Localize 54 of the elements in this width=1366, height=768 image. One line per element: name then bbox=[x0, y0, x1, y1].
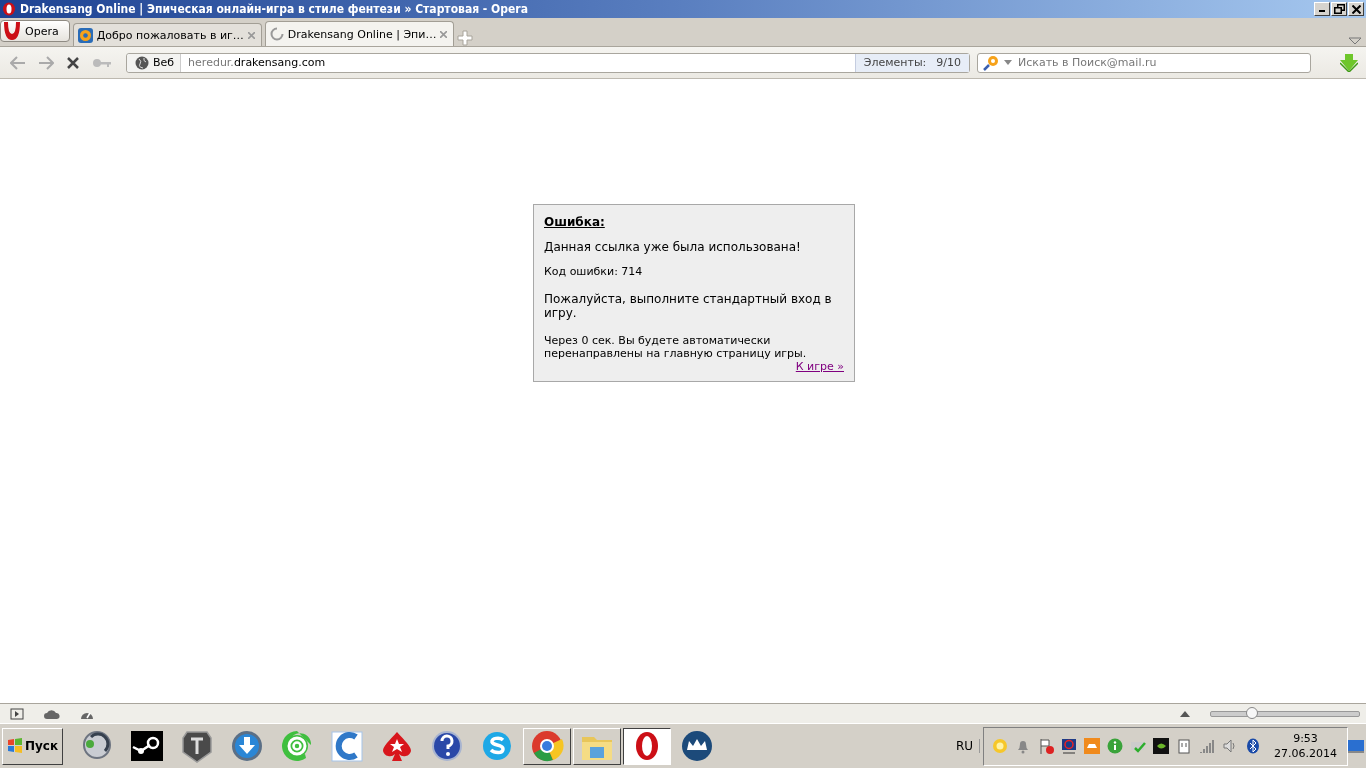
blocked-monitor-icon[interactable] bbox=[1061, 738, 1077, 754]
globe-icon bbox=[135, 55, 149, 70]
search-box[interactable]: Искать в Поиск@mail.ru bbox=[977, 52, 1311, 73]
panel-toggle-icon[interactable] bbox=[10, 707, 24, 720]
close-tab-icon[interactable] bbox=[440, 30, 448, 38]
gpu-icon[interactable] bbox=[1153, 738, 1169, 754]
minimize-button[interactable] bbox=[1314, 2, 1330, 16]
restore-button[interactable] bbox=[1331, 2, 1347, 16]
loading-spinner-icon bbox=[269, 27, 284, 41]
error-code: Код ошибки: 714 bbox=[544, 265, 644, 278]
elements-label: Элементы: bbox=[863, 56, 927, 69]
power-plug-icon[interactable] bbox=[1176, 738, 1192, 754]
to-game-link[interactable]: К игре » bbox=[795, 360, 844, 373]
zoom-slider[interactable] bbox=[1210, 710, 1360, 717]
taskbar-button[interactable] bbox=[623, 727, 672, 765]
close-button[interactable] bbox=[1348, 2, 1364, 16]
show-desktop-icon[interactable] bbox=[1348, 739, 1364, 753]
browser-tab[interactable]: Drakensang Online | Эпи… bbox=[264, 21, 455, 46]
address-field[interactable]: Веб heredur.drakensang.com Элементы: 9/10 bbox=[126, 52, 970, 73]
url-text: heredur.drakensang.com bbox=[187, 56, 327, 69]
up-arrow-icon[interactable] bbox=[1180, 710, 1190, 717]
error-title: Ошибка: bbox=[544, 215, 606, 229]
close-icon bbox=[1351, 4, 1361, 14]
flag-error-icon[interactable] bbox=[1038, 738, 1054, 754]
restore-icon bbox=[1333, 4, 1345, 14]
letter-c-icon bbox=[329, 729, 366, 763]
minimize-icon bbox=[1319, 10, 1325, 12]
download-arrow-icon[interactable] bbox=[1340, 53, 1358, 72]
opera-logo-icon bbox=[3, 22, 21, 40]
web-badge[interactable]: Веб bbox=[127, 53, 182, 72]
dropdown-caret-icon[interactable] bbox=[1004, 60, 1012, 65]
search-magnifier-icon[interactable] bbox=[982, 54, 1000, 71]
zoom-slider-thumb[interactable] bbox=[1246, 706, 1259, 719]
stop-icon[interactable] bbox=[66, 55, 80, 70]
elements-count: 9/10 bbox=[936, 56, 961, 69]
browser-tab[interactable]: Добро пожаловать в иг… bbox=[72, 23, 262, 46]
bluetooth-icon[interactable] bbox=[1245, 738, 1261, 754]
speaker-icon[interactable] bbox=[1222, 738, 1238, 754]
windows-flag-icon bbox=[7, 738, 23, 754]
login-instruction: Пожалуйста, выполните стандартный вход в игру. bbox=[544, 292, 833, 320]
cloud-icon[interactable] bbox=[44, 708, 60, 719]
window-title: Drakensang Online | Эпическая онлайн-игра в стиле фентези » Стартовая - Opera bbox=[20, 2, 529, 16]
redirect-notice: Через 0 сек. Вы будете автоматически перенаправлены на главную страницу игры. bbox=[544, 334, 808, 360]
error-message: Данная ссылка уже была использована! bbox=[544, 240, 802, 254]
menu-button[interactable]: Opera bbox=[0, 20, 70, 42]
clock-date: 27.06.2014 bbox=[1274, 746, 1337, 761]
opera-logo-icon bbox=[2, 2, 16, 16]
language-indicator[interactable]: RU bbox=[949, 739, 980, 753]
search-input[interactable]: Искать в Поиск@mail.ru bbox=[1016, 55, 1310, 70]
chrome-ball-icon bbox=[529, 729, 566, 763]
start-button[interactable]: Пуск bbox=[2, 727, 64, 765]
clock-time: 9:53 bbox=[1293, 731, 1318, 746]
tab-list-icon[interactable] bbox=[1348, 36, 1362, 46]
info-icon[interactable] bbox=[1107, 738, 1123, 754]
